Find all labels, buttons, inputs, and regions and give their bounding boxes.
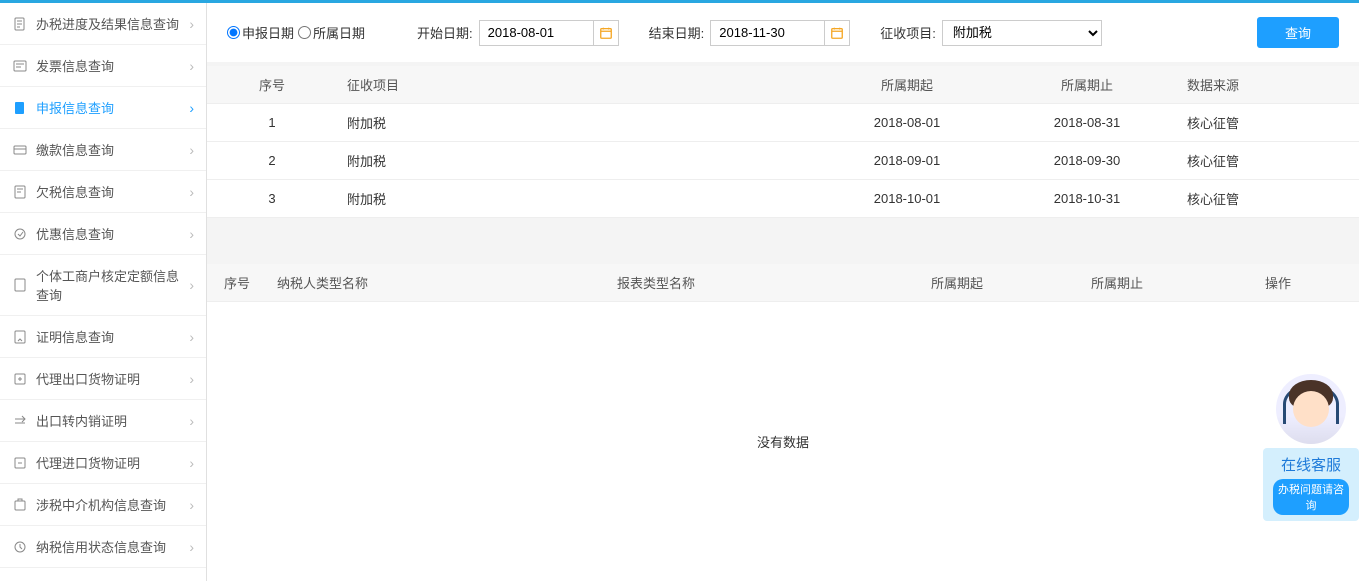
radio-declare-input[interactable] bbox=[227, 26, 240, 39]
arrears-icon bbox=[12, 184, 28, 200]
col-period-start: 所属期起 bbox=[877, 264, 1037, 302]
calendar-icon[interactable] bbox=[593, 20, 619, 46]
sidebar-item-label: 欠税信息查询 bbox=[36, 182, 189, 201]
col-period-end: 所属期止 bbox=[1037, 264, 1197, 302]
results-table-2: 序号 纳税人类型名称 报表类型名称 所属期起 所属期止 操作 没有数据 bbox=[207, 264, 1359, 581]
support-subtitle: 办税问题请咨询 bbox=[1273, 479, 1349, 515]
col-report-type: 报表类型名称 bbox=[607, 264, 877, 302]
chevron-right-icon: › bbox=[189, 413, 194, 429]
filter-bar: 申报日期 所属日期 开始日期: 结束日期: 征收项目: 附加税 bbox=[207, 3, 1359, 62]
sidebar-item-label: 申报信息查询 bbox=[36, 98, 189, 117]
sidebar: 办税进度及结果信息查询 › 发票信息查询 › 申报信息查询 › 缴款信息查询 ›… bbox=[0, 3, 207, 581]
col-source: 数据来源 bbox=[1177, 66, 1359, 104]
org-icon bbox=[12, 497, 28, 513]
chevron-right-icon: › bbox=[189, 100, 194, 116]
sidebar-item-declare[interactable]: 申报信息查询 › bbox=[0, 87, 206, 129]
col-end: 所属期止 bbox=[997, 66, 1177, 104]
import-icon bbox=[12, 455, 28, 471]
chevron-right-icon: › bbox=[189, 497, 194, 513]
sidebar-item-label: 出口转内销证明 bbox=[36, 411, 189, 430]
col-no: 序号 bbox=[207, 66, 337, 104]
col-item: 征收项目 bbox=[337, 66, 817, 104]
results-table-1: 序号 征收项目 所属期起 所属期止 数据来源 1 附加税 2018-08-01 … bbox=[207, 66, 1359, 218]
main-content: 申报日期 所属日期 开始日期: 结束日期: 征收项目: 附加税 bbox=[207, 3, 1359, 581]
doc-icon bbox=[12, 16, 28, 32]
cert-icon bbox=[12, 329, 28, 345]
table-row[interactable]: 2 附加税 2018-09-01 2018-09-30 核心征管 bbox=[207, 142, 1359, 180]
empty-message: 没有数据 bbox=[207, 302, 1359, 581]
col-taxpayer-type: 纳税人类型名称 bbox=[267, 264, 607, 302]
chevron-right-icon: › bbox=[189, 184, 194, 200]
chevron-right-icon: › bbox=[189, 371, 194, 387]
table-row[interactable]: 3 附加税 2018-10-01 2018-10-31 核心征管 bbox=[207, 180, 1359, 218]
sidebar-item-benefit[interactable]: 优惠信息查询 › bbox=[0, 213, 206, 255]
sidebar-item-violation[interactable]: 违法违章信息查询类 › bbox=[0, 568, 206, 581]
radio-label: 申报日期 bbox=[242, 23, 294, 42]
radio-period-input[interactable] bbox=[298, 26, 311, 39]
sidebar-item-invoice[interactable]: 发票信息查询 › bbox=[0, 45, 206, 87]
sidebar-item-label: 办税进度及结果信息查询 bbox=[36, 14, 189, 33]
sidebar-item-label: 缴款信息查询 bbox=[36, 140, 189, 159]
support-title: 在线客服 bbox=[1273, 454, 1349, 475]
col-no: 序号 bbox=[207, 264, 267, 302]
export-icon bbox=[12, 371, 28, 387]
sidebar-item-label: 优惠信息查询 bbox=[36, 224, 189, 243]
invoice-icon bbox=[12, 58, 28, 74]
sidebar-item-label: 纳税信用状态信息查询 bbox=[36, 537, 189, 556]
chevron-right-icon: › bbox=[189, 142, 194, 158]
chevron-right-icon: › bbox=[189, 539, 194, 555]
query-button[interactable]: 查询 bbox=[1257, 17, 1339, 48]
transfer-icon bbox=[12, 413, 28, 429]
sidebar-item-credit[interactable]: 纳税信用状态信息查询 › bbox=[0, 526, 206, 568]
table-row[interactable]: 1 附加税 2018-08-01 2018-08-31 核心征管 bbox=[207, 104, 1359, 142]
sidebar-item-label: 发票信息查询 bbox=[36, 56, 189, 75]
sidebar-item-label: 代理出口货物证明 bbox=[36, 369, 189, 388]
payment-icon bbox=[12, 142, 28, 158]
chevron-right-icon: › bbox=[189, 16, 194, 32]
declare-icon bbox=[12, 100, 28, 116]
radio-declare-date[interactable]: 申报日期 bbox=[227, 23, 294, 42]
radio-label: 所属日期 bbox=[313, 23, 365, 42]
chevron-right-icon: › bbox=[189, 329, 194, 345]
start-date-label: 开始日期: bbox=[417, 23, 473, 42]
sidebar-item-export-domestic[interactable]: 出口转内销证明 › bbox=[0, 400, 206, 442]
sidebar-item-cert[interactable]: 证明信息查询 › bbox=[0, 316, 206, 358]
sidebar-item-progress[interactable]: 办税进度及结果信息查询 › bbox=[0, 3, 206, 45]
date-type-radio-group: 申报日期 所属日期 bbox=[227, 23, 365, 42]
col-action: 操作 bbox=[1197, 264, 1359, 302]
chevron-right-icon: › bbox=[189, 226, 194, 242]
col-start: 所属期起 bbox=[817, 66, 997, 104]
support-avatar-icon bbox=[1276, 374, 1346, 444]
individual-icon bbox=[12, 277, 28, 293]
collection-item-label: 征收项目: bbox=[880, 23, 936, 42]
radio-period-date[interactable]: 所属日期 bbox=[298, 23, 365, 42]
calendar-icon[interactable] bbox=[824, 20, 850, 46]
sidebar-item-intermediary[interactable]: 涉税中介机构信息查询 › bbox=[0, 484, 206, 526]
chevron-right-icon: › bbox=[189, 58, 194, 74]
sidebar-item-individual[interactable]: 个体工商户核定定额信息查询 › bbox=[0, 255, 206, 316]
sidebar-item-label: 代理进口货物证明 bbox=[36, 453, 189, 472]
collection-item-select[interactable]: 附加税 bbox=[942, 20, 1102, 46]
sidebar-item-label: 证明信息查询 bbox=[36, 327, 189, 346]
sidebar-item-label: 个体工商户核定定额信息查询 bbox=[36, 266, 189, 304]
chevron-right-icon: › bbox=[189, 455, 194, 471]
credit-icon bbox=[12, 539, 28, 555]
sidebar-item-import-agent[interactable]: 代理进口货物证明 › bbox=[0, 442, 206, 484]
support-box[interactable]: 在线客服 办税问题请咨询 bbox=[1263, 448, 1359, 521]
sidebar-item-label: 涉税中介机构信息查询 bbox=[36, 495, 189, 514]
support-widget[interactable]: 在线客服 办税问题请咨询 bbox=[1263, 374, 1359, 521]
chevron-right-icon: › bbox=[189, 277, 194, 293]
sidebar-item-payment[interactable]: 缴款信息查询 › bbox=[0, 129, 206, 171]
end-date-label: 结束日期: bbox=[649, 23, 705, 42]
benefit-icon bbox=[12, 226, 28, 242]
sidebar-item-export-agent[interactable]: 代理出口货物证明 › bbox=[0, 358, 206, 400]
sidebar-item-arrears[interactable]: 欠税信息查询 › bbox=[0, 171, 206, 213]
